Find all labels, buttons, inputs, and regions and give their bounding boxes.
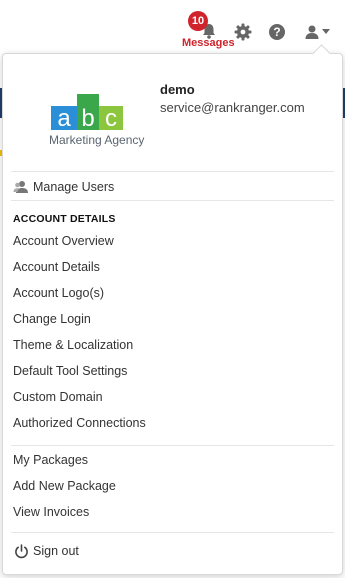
- sign-out-label: Sign out: [33, 544, 79, 558]
- user-email: service@rankranger.com: [160, 100, 305, 115]
- profile-section: a b c Marketing Agency demo service@rank…: [3, 54, 342, 171]
- manage-users-link[interactable]: Manage Users: [13, 179, 114, 195]
- top-bar: 10 Messages ?: [0, 0, 345, 50]
- user-menu-button[interactable]: [302, 22, 332, 42]
- theme-localization-link[interactable]: Theme & Localization: [13, 338, 133, 352]
- svg-text:?: ?: [273, 25, 280, 39]
- divider: [11, 445, 334, 446]
- manage-users-label: Manage Users: [33, 180, 115, 194]
- account-logos-link[interactable]: Account Logo(s): [13, 286, 104, 300]
- agency-logo-text: Marketing Agency: [49, 133, 145, 147]
- user-icon: [305, 25, 319, 39]
- svg-text:b: b: [81, 105, 94, 132]
- abc-logo-graphic: a b c: [51, 94, 123, 132]
- user-name: demo: [160, 82, 195, 97]
- users-icon: [13, 179, 29, 195]
- help-button[interactable]: ?: [267, 22, 287, 42]
- messages-label[interactable]: Messages: [182, 37, 235, 49]
- divider: [11, 532, 334, 533]
- account-details-link[interactable]: Account Details: [13, 260, 100, 274]
- power-icon: [13, 543, 29, 559]
- svg-text:c: c: [105, 105, 117, 132]
- divider: [11, 171, 334, 172]
- default-tool-settings-link[interactable]: Default Tool Settings: [13, 364, 127, 378]
- gear-icon: [234, 23, 252, 41]
- help-icon: ?: [269, 24, 285, 40]
- account-details-heading: ACCOUNT DETAILS: [13, 213, 116, 225]
- notification-count-badge[interactable]: 10: [188, 11, 208, 31]
- svg-text:a: a: [57, 105, 71, 132]
- sign-out-button[interactable]: Sign out: [13, 543, 79, 559]
- settings-button[interactable]: [233, 22, 253, 42]
- add-new-package-link[interactable]: Add New Package: [13, 479, 116, 493]
- account-dropdown-menu: a b c Marketing Agency demo service@rank…: [2, 44, 343, 575]
- custom-domain-link[interactable]: Custom Domain: [13, 390, 103, 404]
- authorized-connections-link[interactable]: Authorized Connections: [13, 416, 146, 430]
- account-overview-link[interactable]: Account Overview: [13, 234, 114, 248]
- change-login-link[interactable]: Change Login: [13, 312, 91, 326]
- divider: [11, 200, 334, 201]
- caret-down-icon: [322, 29, 330, 34]
- my-packages-link[interactable]: My Packages: [13, 453, 88, 467]
- view-invoices-link[interactable]: View Invoices: [13, 505, 89, 519]
